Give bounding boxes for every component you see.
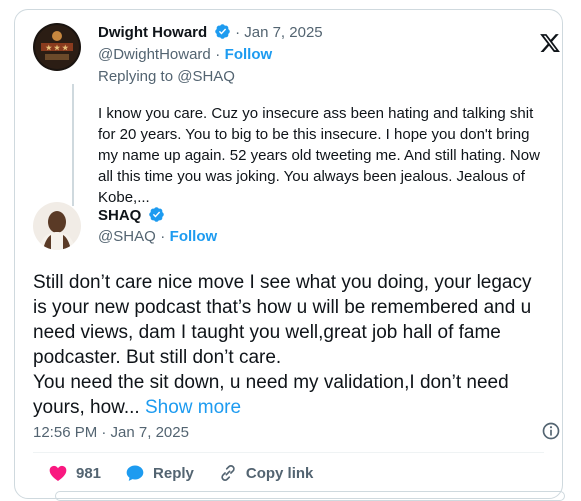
tweet-actions-bar: 981 Reply Copy link bbox=[48, 463, 337, 483]
heart-icon bbox=[49, 465, 67, 481]
thread-connector-line bbox=[72, 84, 74, 206]
verified-badge-icon bbox=[214, 24, 230, 39]
info-icon[interactable] bbox=[541, 421, 561, 441]
copy-link-button[interactable]: Copy link bbox=[218, 463, 314, 483]
reply-date[interactable]: · Jan 7, 2025 bbox=[235, 24, 323, 41]
avatar-dwighthoward[interactable]: ★ ★ ★ bbox=[33, 23, 81, 71]
like-button[interactable]: 981 bbox=[48, 463, 101, 483]
dot-separator: · bbox=[215, 46, 221, 63]
svg-text:★ ★ ★: ★ ★ ★ bbox=[46, 44, 69, 52]
main-handle[interactable]: @SHAQ bbox=[98, 228, 156, 245]
main-tweet-text: Still don’t care nice move I see what yo… bbox=[33, 270, 578, 420]
read-replies-button[interactable] bbox=[55, 491, 565, 501]
dot-separator: · bbox=[160, 228, 166, 245]
main-handle-line: @SHAQ · Follow bbox=[98, 228, 217, 246]
verified-badge-icon bbox=[149, 207, 164, 222]
reply-button[interactable]: Reply bbox=[125, 463, 194, 483]
main-tweet-body: Still don’t care nice move I see what yo… bbox=[33, 272, 532, 418]
main-author-line: SHAQ bbox=[98, 206, 165, 225]
tweet-embed-card: ★ ★ ★ Dwight Howard · Jan 7, 2025 @Dwigh… bbox=[14, 9, 565, 501]
reply-handle[interactable]: @DwightHoward bbox=[98, 46, 211, 63]
actions-divider bbox=[33, 452, 544, 453]
copy-link-label: Copy link bbox=[245, 464, 314, 482]
follow-dwighthoward-button[interactable]: Follow bbox=[225, 46, 273, 63]
follow-shaq-button[interactable]: Follow bbox=[170, 228, 218, 245]
reply-label: Reply bbox=[153, 464, 194, 482]
replying-to-label[interactable]: Replying to @SHAQ bbox=[98, 68, 235, 85]
reply-author-line: Dwight Howard · Jan 7, 2025 bbox=[98, 23, 323, 42]
show-more-link[interactable]: Show more bbox=[145, 397, 241, 418]
tweet-timestamp[interactable]: 12:56 PM · Jan 7, 2025 bbox=[33, 424, 189, 441]
like-count: 981 bbox=[76, 464, 102, 482]
main-author-name[interactable]: SHAQ bbox=[98, 207, 141, 224]
x-logo-icon[interactable] bbox=[538, 32, 562, 54]
reply-handle-line: @DwightHoward · Follow bbox=[98, 46, 272, 64]
reply-bubble-icon bbox=[126, 465, 144, 481]
link-icon bbox=[221, 465, 235, 481]
reply-author-name[interactable]: Dwight Howard bbox=[98, 24, 207, 41]
avatar-shaq[interactable] bbox=[33, 202, 81, 250]
reply-tweet-text: I know you care. Cuz yo insecure ass bee… bbox=[98, 105, 540, 206]
